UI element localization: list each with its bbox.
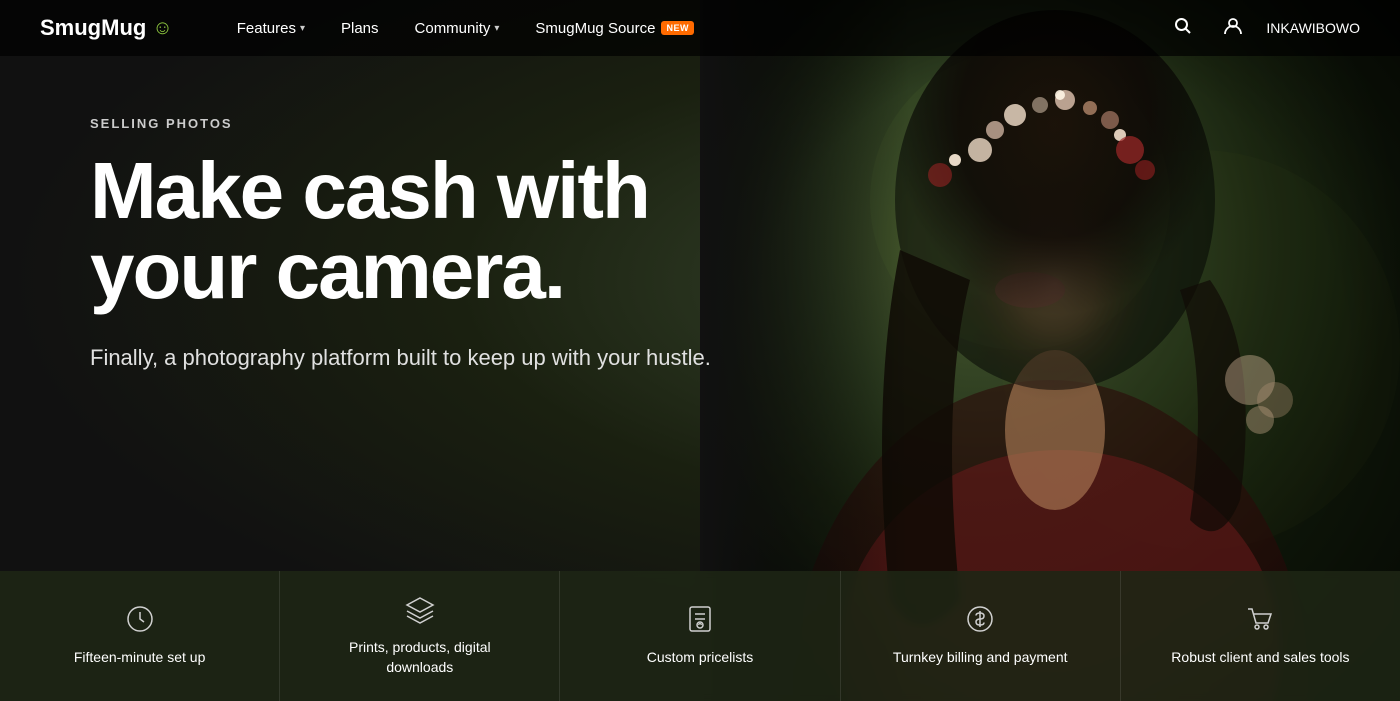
feature-prints-label: Prints, products, digital downloads <box>330 638 510 677</box>
nav-features[interactable]: Features ▾ <box>223 12 319 45</box>
hero-subtitle: Finally, a photography platform built to… <box>90 341 810 374</box>
feature-pricelists: Custom pricelists <box>560 571 840 701</box>
navbar: SmugMug ☺ Features ▾ Plans Community ▾ S… <box>0 0 1400 56</box>
feature-setup: Fifteen-minute set up <box>0 571 280 701</box>
nav-plans[interactable]: Plans <box>327 12 393 45</box>
username[interactable]: INKAWIBOWO <box>1266 20 1360 36</box>
user-icon[interactable] <box>1216 9 1250 48</box>
nav-smugmug-source[interactable]: SmugMug Source NEW <box>521 12 708 45</box>
community-chevron-icon: ▾ <box>494 23 499 34</box>
dollar-icon <box>965 604 995 638</box>
feature-billing: Turnkey billing and payment <box>841 571 1121 701</box>
nav-links: Features ▾ Plans Community ▾ SmugMug Sou… <box>223 12 1167 45</box>
logo-icon: ☺ <box>152 17 172 40</box>
layers-icon <box>405 594 435 628</box>
feature-prints: Prints, products, digital downloads <box>280 571 560 701</box>
hero-label: SELLING PHOTOS <box>90 116 820 131</box>
logo-text: SmugMug <box>40 15 146 41</box>
feature-bar: Fifteen-minute set up Prints, products, … <box>0 571 1400 701</box>
cart-icon <box>1245 604 1275 638</box>
pricelist-icon <box>685 604 715 638</box>
feature-pricelists-label: Custom pricelists <box>647 648 754 668</box>
hero-title: Make cash with your camera. <box>90 151 820 311</box>
search-icon[interactable] <box>1166 9 1200 48</box>
clock-icon <box>125 604 155 638</box>
new-badge: NEW <box>661 21 694 35</box>
nav-community[interactable]: Community ▾ <box>401 12 514 45</box>
feature-setup-label: Fifteen-minute set up <box>74 648 206 668</box>
nav-right: INKAWIBOWO <box>1166 9 1360 48</box>
features-chevron-icon: ▾ <box>300 23 305 34</box>
feature-billing-label: Turnkey billing and payment <box>893 648 1068 668</box>
logo[interactable]: SmugMug ☺ <box>40 15 173 41</box>
feature-sales: Robust client and sales tools <box>1121 571 1400 701</box>
feature-sales-label: Robust client and sales tools <box>1171 648 1349 668</box>
hero-content: SELLING PHOTOS Make cash with your camer… <box>0 56 820 374</box>
